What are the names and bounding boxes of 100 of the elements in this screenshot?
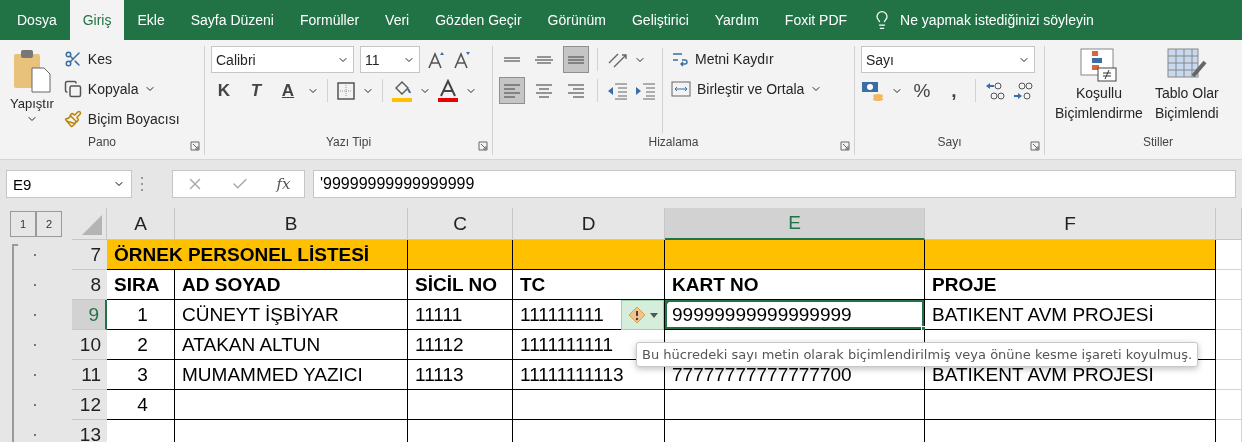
percent-button[interactable]: %: [909, 77, 935, 104]
align-middle-icon: [535, 55, 553, 64]
ribbon-tab[interactable]: Gözden Geçir: [422, 0, 535, 40]
table-cell: [1216, 330, 1242, 360]
column-header[interactable]: D: [513, 208, 665, 240]
ribbon-tab[interactable]: Giriş: [69, 0, 125, 40]
decrease-decimal-icon[interactable]: [1012, 79, 1034, 102]
cell-text: 4: [137, 394, 148, 416]
warning-icon: [627, 306, 646, 324]
cell-text: 3: [137, 364, 148, 386]
borders-icon[interactable]: [336, 80, 356, 101]
group-label: Hizalama: [647, 135, 700, 151]
cell-text: 1: [137, 304, 148, 326]
cell-text: 99999999999999999: [672, 304, 852, 326]
outline-level-button[interactable]: 2: [36, 211, 62, 237]
dialog-launcher-icon[interactable]: [190, 141, 200, 151]
paste-button[interactable]: Yapıştır: [6, 46, 58, 135]
tell-me-field[interactable]: Ne yapmak istediğinizi söyleyin: [900, 12, 1094, 28]
cell-text: BATIKENT AVM PROJESİ: [932, 304, 1154, 326]
merge-cells-icon: [671, 80, 691, 98]
conditional-formatting-icon: [1079, 48, 1118, 82]
copy-button[interactable]: Kopyala: [61, 76, 182, 102]
bold-button[interactable]: K: [211, 77, 237, 104]
ribbon-tab[interactable]: Sayfa Düzeni: [177, 0, 287, 40]
ribbon-tab[interactable]: Dosya: [4, 0, 70, 40]
group-label: Sayı: [936, 135, 963, 151]
ribbon-tab[interactable]: Görünüm: [534, 0, 619, 40]
cell-text: 2: [137, 334, 148, 356]
ribbon-tab[interactable]: Formüller: [287, 0, 373, 40]
insert-function-button[interactable]: fx: [276, 175, 291, 193]
scissors-icon: [63, 50, 82, 68]
cell-text: 11112: [415, 334, 464, 356]
comma-button[interactable]: ,: [941, 77, 967, 104]
cell-text: 11111: [415, 304, 463, 326]
column-header[interactable]: B: [175, 208, 408, 240]
table-cell: [1216, 390, 1242, 420]
table-cell: [1216, 240, 1242, 270]
cell-text: 11113: [415, 364, 464, 386]
paintbrush-icon: [63, 110, 82, 128]
cell-text: TC: [520, 274, 546, 296]
copy-icon: [63, 80, 82, 98]
font-color-icon[interactable]: [437, 78, 459, 103]
column-header[interactable]: F: [925, 208, 1216, 240]
cell-text: KART NO: [672, 274, 759, 296]
group-label: Yazı Tipi: [324, 135, 373, 151]
cell-text: 11111111113: [520, 364, 624, 386]
ribbon-tab[interactable]: Veri: [372, 0, 423, 40]
dialog-launcher-icon[interactable]: [478, 141, 488, 151]
underline-button[interactable]: A: [275, 77, 301, 104]
cell-text: ÖRNEK PERSONEL LİSTESİ: [114, 244, 370, 266]
currency-icon[interactable]: [861, 79, 885, 102]
align-top-icon: [504, 57, 520, 62]
wrap-text-icon: [671, 50, 689, 68]
font-name-dropdown[interactable]: Calibri: [211, 46, 354, 73]
cell-text: 1111111111: [520, 334, 613, 356]
number-format-dropdown[interactable]: Sayı: [861, 46, 1035, 73]
formula-field[interactable]: '99999999999999999: [313, 170, 1236, 198]
column-header[interactable]: A: [107, 208, 175, 240]
format-as-table-button[interactable]: Tablo Olar Biçimlendi: [1150, 46, 1223, 135]
tooltip: Bu hücredeki sayı metin olarak biçimlendirilmiş veya önüne kesme işareti koyulmuş.: [636, 342, 1199, 367]
group-label: Pano: [87, 135, 117, 151]
conditional-formatting-button[interactable]: Koşullu Biçimlendirme: [1051, 46, 1147, 135]
dialog-launcher-icon[interactable]: [840, 141, 850, 151]
wrap-text-button[interactable]: Metni Kaydır: [669, 46, 825, 72]
clipboard-icon: [11, 48, 52, 94]
outline-level-button[interactable]: 1: [10, 211, 36, 237]
align-bottom-icon: [568, 55, 584, 64]
column-header[interactable]: E: [665, 208, 925, 240]
cell-text: BATIKENT AVM PROJESİ: [932, 364, 1154, 386]
cell-text: CÜNEYT İŞBİYAR: [182, 304, 339, 326]
cell-text: SIRA: [114, 274, 160, 296]
shrink-font-icon[interactable]: [452, 49, 472, 70]
cut-button[interactable]: Kes: [61, 46, 182, 72]
row-header[interactable]: 9: [72, 300, 107, 330]
cell-text: AD SOYAD: [182, 274, 281, 296]
cell-text: 77777777777777700: [672, 364, 852, 386]
caret-icon: [649, 312, 658, 318]
merge-center-button[interactable]: Birleştir ve Ortala: [669, 76, 825, 102]
font-size-dropdown[interactable]: 11: [360, 46, 420, 73]
decrease-indent-icon[interactable]: [606, 80, 628, 101]
italic-button[interactable]: T: [243, 77, 269, 104]
group-label: Stiller: [1142, 135, 1174, 151]
drag-handle-icon[interactable]: [140, 176, 144, 192]
increase-decimal-icon[interactable]: [984, 79, 1006, 102]
cell-text: 111111111: [520, 304, 604, 326]
cell-text: SİCİL NO: [415, 274, 497, 296]
ribbon-tab[interactable]: Foxit PDF: [771, 0, 861, 40]
cell-text: ATAKAN ALTUN: [182, 334, 321, 356]
ribbon-tab[interactable]: Geliştirici: [618, 0, 702, 40]
format-painter-button[interactable]: Biçim Boyacısı: [61, 106, 182, 132]
dialog-launcher-icon[interactable]: [1030, 141, 1040, 151]
ribbon-tab[interactable]: Ekle: [124, 0, 178, 40]
increase-indent-icon[interactable]: [634, 80, 656, 101]
table-cell: [1216, 420, 1242, 442]
column-header[interactable]: C: [408, 208, 513, 240]
cell-text: PROJE: [932, 274, 997, 296]
align-center-icon: [536, 83, 552, 98]
name-box[interactable]: E9: [6, 170, 132, 198]
ribbon-tab[interactable]: Yardım: [701, 0, 772, 40]
error-options-button[interactable]: [621, 300, 664, 330]
